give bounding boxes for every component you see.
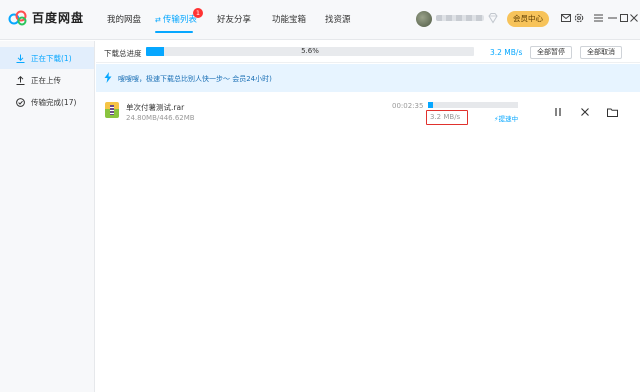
cloud-logo-icon [8, 10, 27, 25]
settings-icon[interactable] [573, 12, 585, 24]
boost-status-label: 提速中 [498, 115, 519, 123]
menu-icon[interactable] [592, 12, 604, 24]
pause-task-button[interactable] [552, 106, 564, 118]
top-bar: 百度网盘 我的网盘 ⇄ 传输列表 1 好友分享 功能宝箱 找资源 会员中心 [0, 0, 640, 40]
rar-file-icon [105, 102, 119, 118]
close-icon [581, 108, 589, 116]
download-icon [16, 54, 25, 63]
task-file-name: 单次付薯测试.rar [126, 103, 185, 112]
cancel-task-button[interactable] [579, 106, 591, 118]
download-task-row[interactable]: 单次付薯测试.rar 24.80MB/446.62MB 00:02:35 3.2… [96, 97, 640, 129]
open-folder-button[interactable] [606, 106, 618, 118]
mail-icon[interactable] [560, 12, 572, 24]
vip-center-button[interactable]: 会员中心 [507, 11, 549, 27]
transfer-panel: 下载总进度 5.6% 3.2 MB/s 全部暂停 全部取消 嗖嗖嗖，极速下载总比… [96, 41, 640, 392]
sidebar-item-label: 正在上传 [31, 75, 61, 85]
overall-progress-row: 下载总进度 5.6% 3.2 MB/s 全部暂停 全部取消 [96, 41, 640, 63]
folder-icon [606, 108, 618, 117]
boost-status[interactable]: ⚡提速中 [494, 113, 518, 123]
username-blurred[interactable] [436, 15, 484, 21]
sidebar-item-completed[interactable]: 传输完成(17) [0, 91, 94, 113]
overall-progress-label: 下载总进度 [104, 49, 142, 58]
active-tab-indicator [155, 31, 193, 33]
sidebar-item-downloading[interactable]: 正在下载(1) [0, 47, 94, 69]
overall-progress-bar: 5.6% [146, 47, 474, 56]
tab-transfer-list-label: 传输列表 [162, 15, 197, 25]
upload-icon [16, 75, 25, 85]
sidebar-item-label: 传输完成(17) [31, 97, 77, 107]
overall-progress-percent: 5.6% [301, 47, 319, 55]
task-speed: 3.2 MB/s [430, 113, 461, 121]
tab-my-drive[interactable]: 我的网盘 [107, 13, 141, 25]
tab-find-resources[interactable]: 找资源 [325, 13, 351, 25]
task-time-remaining: 00:02:35 [392, 102, 424, 110]
close-icon[interactable] [628, 12, 640, 24]
sidebar: 正在下载(1) 正在上传 传输完成(17) [0, 41, 95, 392]
check-circle-icon [16, 97, 25, 107]
pause-icon [555, 108, 561, 116]
lightning-icon [104, 72, 112, 83]
minimize-icon[interactable] [606, 12, 618, 24]
diamond-icon[interactable] [487, 12, 499, 24]
transfer-arrows-icon: ⇄ [155, 16, 161, 24]
app-logo[interactable]: 百度网盘 [8, 9, 84, 26]
task-progress-fill [428, 102, 434, 108]
banner-text: 嗖嗖嗖，极速下载总比别人快一步～ 会员24小时) [118, 75, 272, 83]
pause-all-button[interactable]: 全部暂停 [530, 46, 572, 59]
sidebar-item-label: 正在下载(1) [31, 53, 72, 63]
avatar[interactable] [416, 11, 432, 27]
tab-toolbox[interactable]: 功能宝箱 [272, 13, 306, 25]
sidebar-item-uploading[interactable]: 正在上传 [0, 69, 94, 91]
task-file-size: 24.80MB/446.62MB [126, 114, 195, 122]
app-title: 百度网盘 [32, 11, 85, 25]
tab-friend-share[interactable]: 好友分享 [217, 13, 251, 25]
tab-transfer-list[interactable]: ⇄ 传输列表 [155, 13, 197, 25]
task-progress-bar [428, 102, 518, 108]
speed-promo-banner[interactable]: 嗖嗖嗖，极速下载总比别人快一步～ 会员24小时) [96, 64, 640, 92]
cancel-all-button[interactable]: 全部取消 [580, 46, 622, 59]
transfer-count-badge: 1 [193, 8, 203, 18]
overall-speed: 3.2 MB/s [490, 48, 523, 57]
